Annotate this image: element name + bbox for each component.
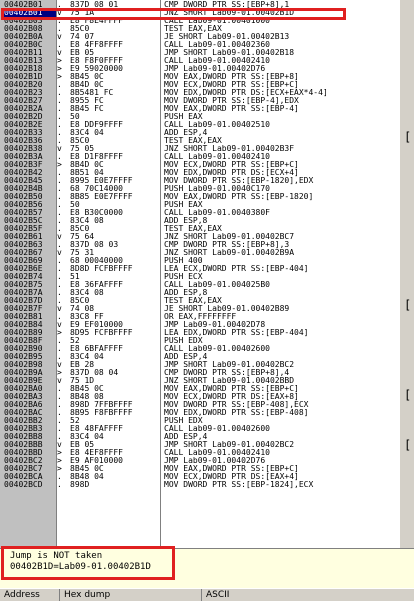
dump-header: Address Hex dump ASCII — [0, 588, 414, 601]
column-header-ascii[interactable]: ASCII — [202, 589, 414, 601]
instruction-address: 00402BCD — [4, 480, 43, 489]
bracket-marker-icon: [ — [404, 130, 412, 144]
instruction-bytes: 8D95 FCFBFFFF — [70, 328, 133, 337]
column-header-address[interactable]: Address — [0, 589, 60, 601]
instruction-bytes: 8B95 F8FBFFFF — [70, 408, 133, 417]
instruction-bytes: 8D8D FCFBFFFF — [70, 264, 133, 273]
vertical-scrollbar[interactable] — [400, 0, 414, 548]
info-highlight-box — [1, 546, 175, 580]
bracket-marker-icon: [ — [404, 438, 412, 452]
instruction-text: MOV DWORD PTR SS:[EBP-1824],ECX — [164, 480, 314, 489]
instruction-row[interactable]: 00402BCD. 898D MOV DWORD PTR SS:[EBP-1824]… — [0, 481, 400, 489]
jump-marker: . — [57, 480, 62, 489]
instruction-bytes: 898D — [70, 480, 90, 489]
instruction-bytes: 8B85 E0E7FFFF — [70, 192, 133, 201]
bracket-marker-icon: [ — [404, 298, 412, 312]
selected-instruction-highlight — [1, 8, 346, 20]
instruction-bytes: 8B45 FC — [70, 104, 104, 113]
bracket-marker-icon: [ — [404, 388, 412, 402]
column-header-hex-dump[interactable]: Hex dump — [60, 589, 202, 601]
disassembly-pane[interactable]: 00402B01. 837D 08 01 CMP DWORD PTR SS:[EBP… — [0, 0, 414, 549]
